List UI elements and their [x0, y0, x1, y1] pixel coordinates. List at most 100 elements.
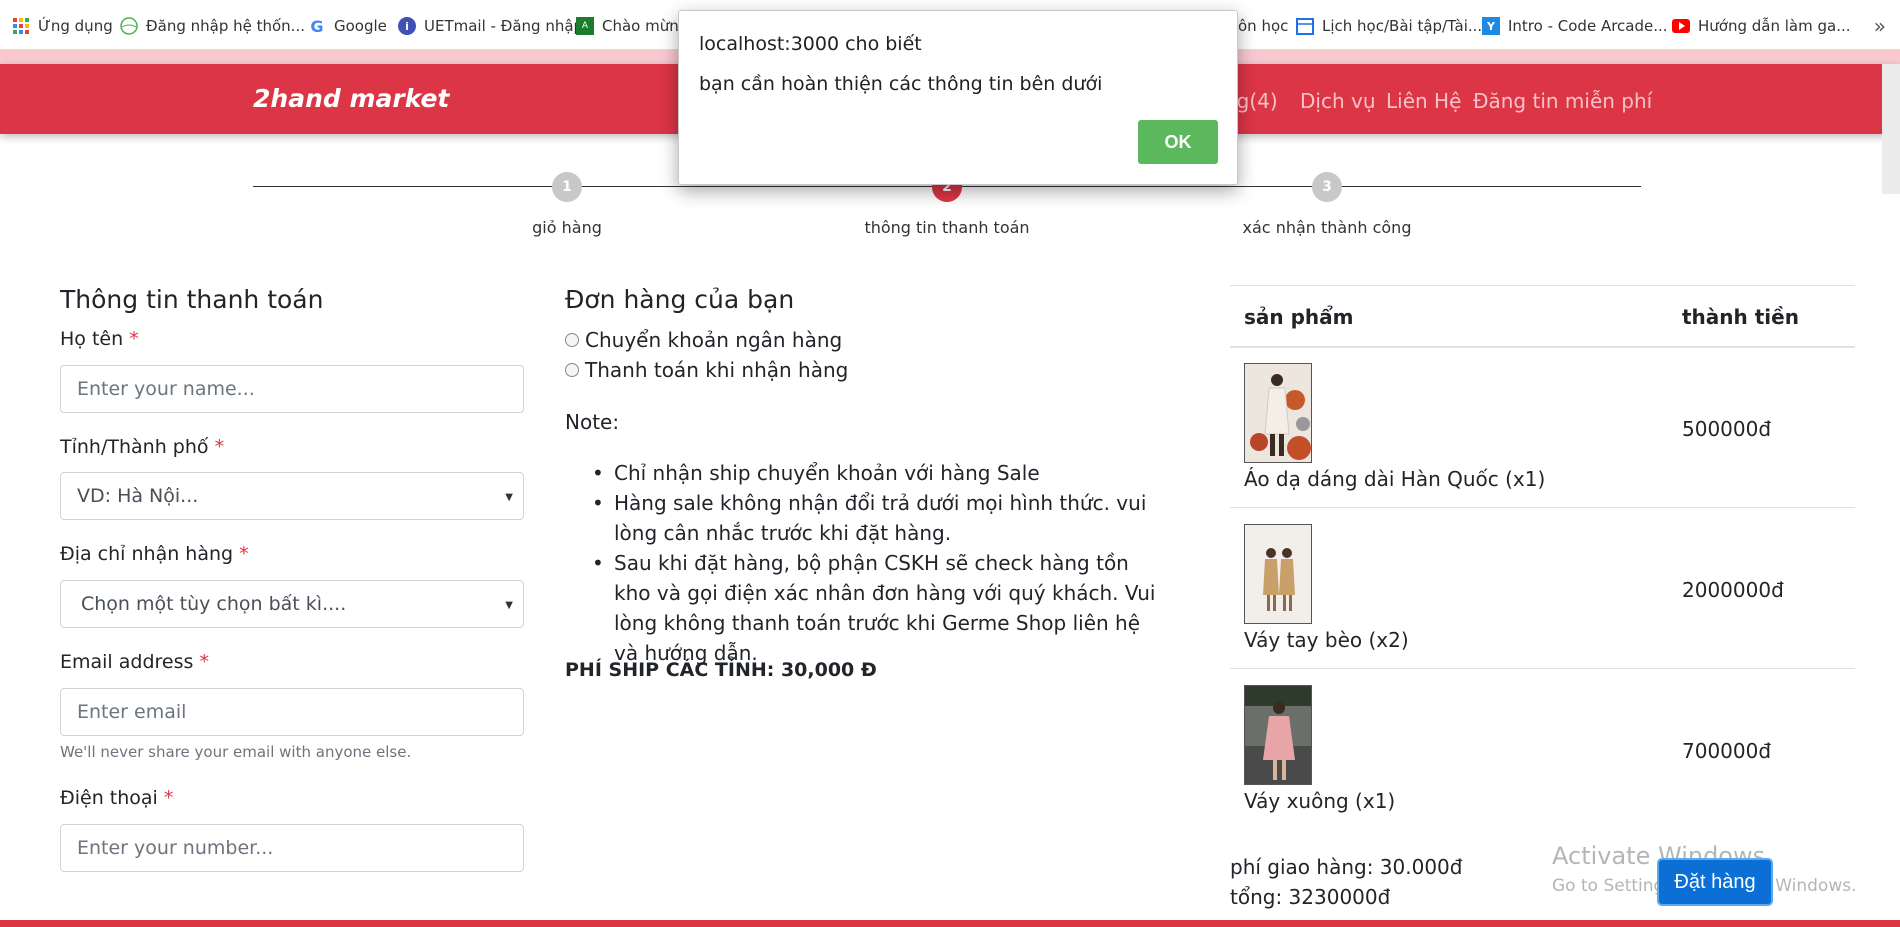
city-label: Tỉnh/Thành phố * — [60, 436, 224, 458]
bookmark-label: Hướng dẫn làm ga... — [1698, 17, 1851, 35]
product-price: 500000đ — [1682, 417, 1772, 441]
nav-item-services[interactable]: Dịch vụ — [1300, 89, 1376, 113]
google-icon: G — [310, 16, 324, 36]
list-item: Hàng sale không nhận đổi trả dưới mọi hì… — [590, 488, 1170, 548]
step-1-circle: 1 — [552, 172, 582, 202]
phone-placeholder: Enter your number... — [77, 837, 274, 859]
required-mark: * — [239, 543, 249, 565]
bookmark-uetmail[interactable]: i UETmail - Đăng nhập — [398, 15, 583, 37]
bookmark-label: Lịch học/Bài tập/Tài... — [1322, 17, 1483, 35]
email-label-text: Email address — [60, 651, 194, 673]
info-icon: i — [398, 17, 416, 35]
chevron-down-icon: ▼ — [505, 492, 513, 503]
table-top-border — [1230, 285, 1855, 286]
product-image-straight-dress[interactable] — [1244, 685, 1312, 785]
name-label: Họ tên * — [60, 328, 139, 350]
product-image-coat[interactable] — [1244, 363, 1312, 463]
column-header-product: sản phẩm — [1244, 305, 1354, 329]
product-name: Váy xuông (x1) — [1244, 789, 1396, 813]
step-1-label: giỏ hàng — [532, 218, 602, 237]
product-name: Áo dạ dáng dài Hàn Quốc (x1) — [1244, 467, 1546, 491]
bookmark-label: UETmail - Đăng nhập — [424, 17, 584, 35]
email-label: Email address * — [60, 651, 209, 673]
calendar-icon — [1296, 17, 1314, 35]
phone-label-text: Điện thoại — [60, 787, 158, 809]
email-input[interactable]: Enter email — [60, 688, 524, 736]
list-item: Sau khi đặt hàng, bộ phận CSKH sẽ check … — [590, 548, 1170, 668]
address-select[interactable]: Chọn một tùy chọn bất kì.... ▼ — [60, 580, 524, 628]
required-mark: * — [199, 651, 209, 673]
dialog-message: bạn cần hoàn thiện các thông tin bên dướ… — [699, 73, 1103, 95]
note-label: Note: — [565, 410, 620, 434]
bookmark-label: Intro - Code Arcade... — [1508, 17, 1668, 35]
dialog-ok-button[interactable]: OK — [1138, 120, 1218, 164]
bookmark-on-hoc[interactable]: ôn học — [1238, 15, 1288, 37]
row-divider — [1230, 668, 1855, 669]
payment-option-label: Chuyển khoản ngân hàng — [585, 328, 843, 352]
brand-logo[interactable]: 2hand market — [253, 84, 449, 113]
scrollbar-track[interactable] — [1882, 64, 1900, 194]
footer-strip — [0, 920, 1900, 927]
radio-button[interactable] — [565, 333, 579, 347]
bookmark-login-system[interactable]: Đăng nhập hệ thốn... — [120, 15, 305, 37]
address-label: Địa chỉ nhận hàng * — [60, 543, 249, 565]
payment-option-label: Thanh toán khi nhận hàng — [585, 358, 849, 382]
address-select-value: Chọn một tùy chọn bất kì.... — [81, 593, 347, 615]
bookmark-label: ôn học — [1238, 17, 1289, 35]
place-order-button[interactable]: Đặt hàng — [1657, 858, 1773, 906]
bookmarks-more-button[interactable]: » — [1874, 14, 1886, 38]
bookmark-apps[interactable]: Ứng dụng — [12, 15, 113, 37]
table-header-divider — [1230, 346, 1855, 348]
nav-item-post-free[interactable]: Đăng tin miễn phí — [1473, 89, 1652, 113]
arcade-icon: Y — [1482, 17, 1500, 35]
bookmark-chao-mung[interactable]: A Chào mừng — [576, 15, 688, 37]
payment-option-cod[interactable]: Thanh toán khi nhận hàng — [565, 358, 848, 382]
radio-button[interactable] — [565, 363, 579, 377]
bookmark-label: Ứng dụng — [38, 17, 113, 35]
order-total: tổng: 3230000đ — [1230, 885, 1391, 909]
bookmark-label: Đăng nhập hệ thốn... — [146, 17, 305, 35]
your-order-title: Đơn hàng của bạn — [565, 285, 795, 314]
alert-dialog: localhost:3000 cho biết bạn cần hoàn thi… — [678, 10, 1238, 185]
city-select[interactable]: VD: Hà Nội... ▼ — [60, 472, 524, 520]
nav-item-contact[interactable]: Liên Hệ — [1386, 89, 1461, 113]
city-label-text: Tỉnh/Thành phố — [60, 436, 209, 458]
step-3-label: xác nhận thành công — [1242, 218, 1412, 237]
phone-label: Điện thoại * — [60, 787, 173, 809]
bookmark-huong-dan[interactable]: Hướng dẫn làm ga... — [1672, 15, 1851, 37]
page-root: Ứng dụng Đăng nhập hệ thốn... G Google i… — [0, 0, 1900, 927]
shipping-note: PHÍ SHIP CÁC TỈNH: 30,000 Đ — [565, 659, 877, 681]
row-divider — [1230, 507, 1855, 508]
product-name: Váy tay bèo (x2) — [1244, 628, 1409, 652]
payment-info-title: Thông tin thanh toán — [60, 285, 324, 314]
column-header-total: thành tiền — [1682, 305, 1799, 329]
phone-input[interactable]: Enter your number... — [60, 824, 524, 872]
name-input[interactable]: Enter your name... — [60, 365, 524, 413]
dialog-title: localhost:3000 cho biết — [699, 33, 922, 55]
email-placeholder: Enter email — [77, 701, 187, 723]
required-mark: * — [129, 328, 139, 350]
name-placeholder: Enter your name... — [77, 378, 255, 400]
address-label-text: Địa chỉ nhận hàng — [60, 543, 234, 565]
youtube-icon — [1672, 17, 1690, 35]
list-item: Chỉ nhận ship chuyển khoản với hàng Sale — [590, 458, 1170, 488]
bookmark-lich-hoc[interactable]: Lịch học/Bài tập/Tài... — [1296, 15, 1482, 37]
globe-icon — [120, 17, 138, 35]
payment-option-bank[interactable]: Chuyển khoản ngân hàng — [565, 328, 842, 352]
required-mark: * — [214, 436, 225, 458]
bookmark-code-arcade[interactable]: Y Intro - Code Arcade... — [1482, 15, 1668, 37]
product-image-ruffle-dress[interactable] — [1244, 524, 1312, 624]
email-help-text: We'll never share your email with anyone… — [60, 743, 412, 761]
shipping-fee: phí giao hàng: 30.000đ — [1230, 855, 1463, 879]
bookmark-label: Google — [334, 17, 387, 35]
chevron-down-icon: ▼ — [505, 600, 513, 611]
product-price: 700000đ — [1682, 739, 1772, 763]
apps-grid-icon — [12, 17, 30, 35]
bookmark-google[interactable]: G Google — [308, 15, 387, 37]
step-3-circle: 3 — [1312, 172, 1342, 202]
step-2-label: thông tin thanh toán — [864, 218, 1030, 237]
notes-list: Chỉ nhận ship chuyển khoản với hàng Sale… — [590, 458, 1170, 668]
green-badge-icon: A — [576, 17, 594, 35]
name-label-text: Họ tên — [60, 328, 124, 350]
city-select-value: VD: Hà Nội... — [77, 485, 199, 507]
